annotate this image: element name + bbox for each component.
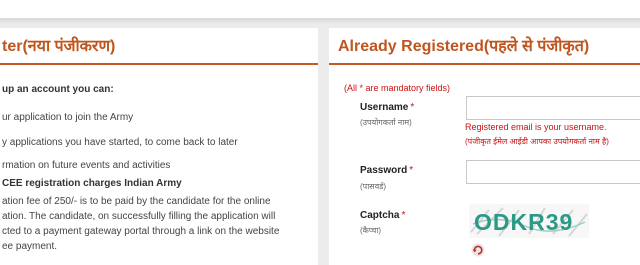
captcha-label: Captcha *: [360, 210, 405, 221]
new-registration-panel: ter(नया पंजीकरण) up an account you can: …: [0, 28, 318, 265]
captcha-text: ODKR39: [474, 209, 573, 235]
login-title: Already Registered(पहले से पंजीकृत): [338, 38, 590, 55]
captcha-sublabel: (कैप्चा): [360, 226, 382, 235]
login-panel: Already Registered(पहले से पंजीकृत) (All…: [329, 28, 640, 265]
required-star: *: [409, 165, 414, 176]
password-sublabel: (पासवर्ड): [360, 182, 387, 191]
captcha-label-text: Captcha: [360, 210, 400, 221]
top-bar-shadow: [0, 18, 640, 24]
fee-line: ation fee of 250/- is to be paid by the …: [2, 196, 271, 207]
password-input[interactable]: [466, 160, 640, 184]
title-divider: [0, 63, 318, 65]
username-hint-hindi: (पंजीकृत ईमेल आईडी आपका उपयोगकर्ता नाम ह…: [465, 137, 609, 146]
username-sublabel: (उपयोगकर्ता नाम): [360, 118, 412, 127]
intro-text: up an account you can:: [2, 84, 114, 95]
required-star: *: [401, 210, 406, 221]
benefit-item: y applications you have started, to come…: [2, 137, 238, 148]
top-bar: [0, 0, 640, 18]
mandatory-note: (All * are mandatory fields): [344, 83, 451, 93]
captcha-image: ODKR39: [469, 204, 589, 238]
fee-description: ation fee of 250/- is to be paid by the …: [2, 194, 318, 254]
username-label-text: Username: [360, 102, 409, 113]
password-label: Password *: [360, 165, 413, 176]
title-divider: [329, 63, 640, 65]
benefit-item: rmation on future events and activities: [2, 160, 171, 171]
password-label-text: Password: [360, 165, 408, 176]
cee-charges-heading: CEE registration charges Indian Army: [2, 178, 182, 189]
username-label: Username *: [360, 102, 414, 113]
benefit-item: ur application to join the Army: [2, 112, 134, 123]
username-input[interactable]: [466, 96, 640, 120]
new-registration-title: ter(नया पंजीकरण): [2, 38, 116, 55]
refresh-icon[interactable]: [471, 243, 485, 257]
fee-line: cted to a payment gateway portal through…: [2, 226, 280, 237]
required-star: *: [410, 102, 415, 113]
username-hint: Registered email is your username.: [465, 122, 607, 132]
fee-line: ation. The candidate, on successfully fi…: [2, 211, 276, 222]
fee-line: ee payment.: [2, 241, 58, 252]
